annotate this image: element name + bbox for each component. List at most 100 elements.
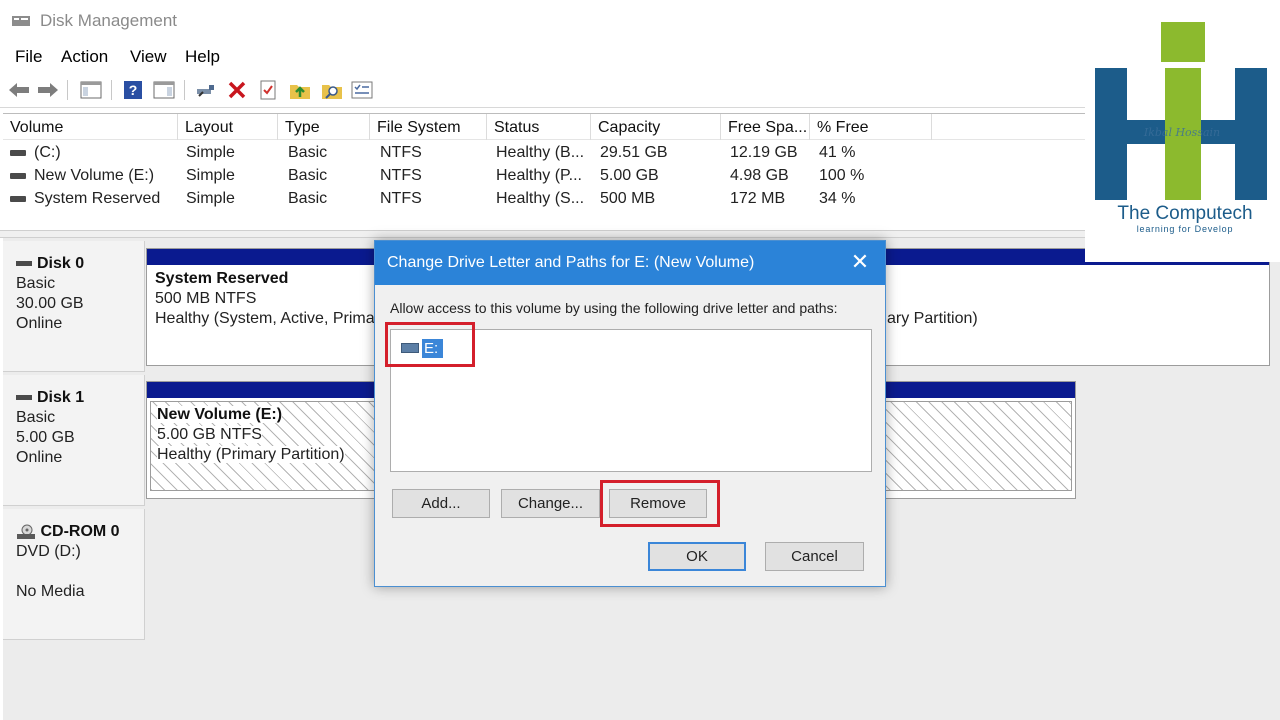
drive-paths-list[interactable]: E:	[390, 329, 872, 472]
type-cell: Basic	[288, 190, 328, 207]
drive-icon	[401, 343, 419, 353]
help-icon[interactable]: ?	[121, 79, 145, 101]
menu-bar: File Action View Help	[0, 42, 1085, 72]
menu-action[interactable]: Action	[61, 47, 108, 67]
partition-status-text: Healthy (Primary Partition)	[157, 446, 345, 463]
disk-name: Disk 1	[16, 388, 144, 408]
volume-name: New Volume (E:)	[34, 167, 155, 184]
status-cell: Healthy (B...	[496, 144, 585, 161]
menu-file[interactable]: File	[15, 47, 42, 67]
layout-cell: Simple	[186, 190, 235, 207]
disk-name: Disk 0	[16, 254, 144, 274]
drive-icon	[10, 172, 26, 179]
table-row[interactable]: System Reserved Simple Basic NTFS Health…	[3, 188, 1085, 211]
add-button[interactable]: Add...	[392, 489, 490, 518]
search-icon[interactable]	[320, 79, 344, 101]
drive-icon	[10, 195, 26, 202]
toolbar: ?	[0, 72, 1085, 108]
disk-name-text: Disk 0	[37, 255, 85, 272]
svg-text:?: ?	[129, 82, 138, 98]
status-cell: Healthy (P...	[496, 167, 582, 184]
disk-name-text: CD-ROM 0	[40, 523, 120, 540]
cdrom-0-label[interactable]: CD-ROM 0 DVD (D:) No Media	[3, 509, 145, 640]
action-pane-icon[interactable]	[152, 79, 176, 101]
menu-view[interactable]: View	[130, 47, 167, 67]
disk-icon	[16, 261, 32, 267]
type-cell: Basic	[288, 144, 328, 161]
disk-size	[16, 562, 144, 582]
table-row[interactable]: New Volume (E:) Simple Basic NTFS Health…	[3, 165, 1085, 188]
volume-list-header: Volume Layout Type File System Status Ca…	[3, 114, 1085, 140]
change-button[interactable]: Change...	[501, 489, 600, 518]
disk-type: Basic	[16, 409, 56, 426]
table-row[interactable]: (C:) Simple Basic NTFS Healthy (B... 29.…	[3, 142, 1085, 165]
free-space-cell: 172 MB	[730, 190, 786, 207]
status-cell: Healthy (S...	[496, 190, 585, 207]
drive-letter-label: E:	[422, 338, 444, 358]
capacity-cell: 500 MB	[600, 190, 656, 207]
disk-1-label[interactable]: Disk 1 Basic 5.00 GB Online	[3, 375, 145, 506]
console-tree-icon[interactable]	[79, 79, 103, 101]
brand-logo: Ikbal Hossain The Computech learning for…	[1085, 0, 1280, 262]
partition-name-text: New Volume (E:)	[157, 406, 283, 423]
column-percent-free[interactable]: % Free	[810, 114, 932, 140]
disk-state: No Media	[16, 583, 85, 600]
disk-icon	[16, 395, 32, 401]
list-view-icon[interactable]	[350, 79, 374, 101]
column-layout[interactable]: Layout	[178, 114, 278, 140]
disk-state: Online	[16, 449, 63, 466]
dialog-title-bar[interactable]: Change Drive Letter and Paths for E: (Ne…	[375, 241, 885, 285]
column-file-system[interactable]: File System	[370, 114, 487, 140]
column-volume[interactable]: Volume	[3, 114, 178, 140]
disk-name-text: Disk 1	[37, 389, 85, 406]
cd-drive-icon	[17, 524, 35, 539]
toolbar-separator	[67, 80, 68, 100]
logo-subtitle: learning for Develop	[1136, 224, 1234, 234]
volume-name-cell: System Reserved	[10, 190, 160, 208]
close-icon[interactable]: ✕	[847, 249, 873, 275]
type-cell: Basic	[288, 167, 328, 184]
disk-name: CD-ROM 0	[16, 522, 144, 542]
dialog-title: Change Drive Letter and Paths for E: (Ne…	[387, 254, 755, 271]
file-system-cell: NTFS	[380, 144, 422, 161]
toolbar-separator	[184, 80, 185, 100]
logo-signature: Ikbal Hossain	[1143, 126, 1220, 139]
volume-list: Volume Layout Type File System Status Ca…	[3, 113, 1085, 228]
properties-icon[interactable]	[256, 79, 280, 101]
drive-icon	[10, 149, 26, 156]
file-system-cell: NTFS	[380, 167, 422, 184]
ok-button[interactable]: OK	[648, 542, 746, 571]
partition-detail-text: 5.00 GB NTFS	[157, 426, 262, 443]
logo-title: The Computech	[1117, 203, 1253, 224]
dialog-description: Allow access to this volume by using the…	[390, 300, 838, 316]
column-status[interactable]: Status	[487, 114, 591, 140]
disk-type: DVD (D:)	[16, 543, 81, 560]
column-free-space[interactable]: Free Spa...	[721, 114, 810, 140]
window-title: Disk Management	[40, 11, 178, 30]
percent-free-cell: 34 %	[819, 190, 856, 207]
disk-size: 5.00 GB	[16, 429, 75, 446]
cancel-button[interactable]: Cancel	[765, 542, 864, 571]
volume-name: System Reserved	[34, 190, 161, 207]
partition-status: ary Partition)	[887, 310, 978, 327]
capacity-cell: 29.51 GB	[600, 144, 668, 161]
column-capacity[interactable]: Capacity	[591, 114, 721, 140]
connect-icon[interactable]	[194, 79, 218, 101]
menu-help[interactable]: Help	[185, 47, 220, 67]
disk-state: Online	[16, 315, 63, 332]
column-type[interactable]: Type	[278, 114, 370, 140]
title-bar: Disk Management	[0, 0, 1085, 42]
disk-0-label[interactable]: Disk 0 Basic 30.00 GB Online	[3, 241, 145, 372]
remove-button[interactable]: Remove	[609, 489, 707, 518]
change-drive-letter-dialog: Change Drive Letter and Paths for E: (Ne…	[374, 240, 886, 587]
disk-type: Basic	[16, 275, 56, 292]
list-item[interactable]: E:	[401, 338, 444, 358]
layout-cell: Simple	[186, 144, 235, 161]
up-folder-icon[interactable]	[288, 79, 312, 101]
delete-icon[interactable]	[225, 79, 249, 101]
percent-free-cell: 100 %	[819, 167, 865, 184]
disk-management-icon	[12, 16, 30, 26]
forward-arrow-icon[interactable]	[36, 79, 60, 101]
back-arrow-icon[interactable]	[7, 79, 31, 101]
toolbar-separator	[111, 80, 112, 100]
